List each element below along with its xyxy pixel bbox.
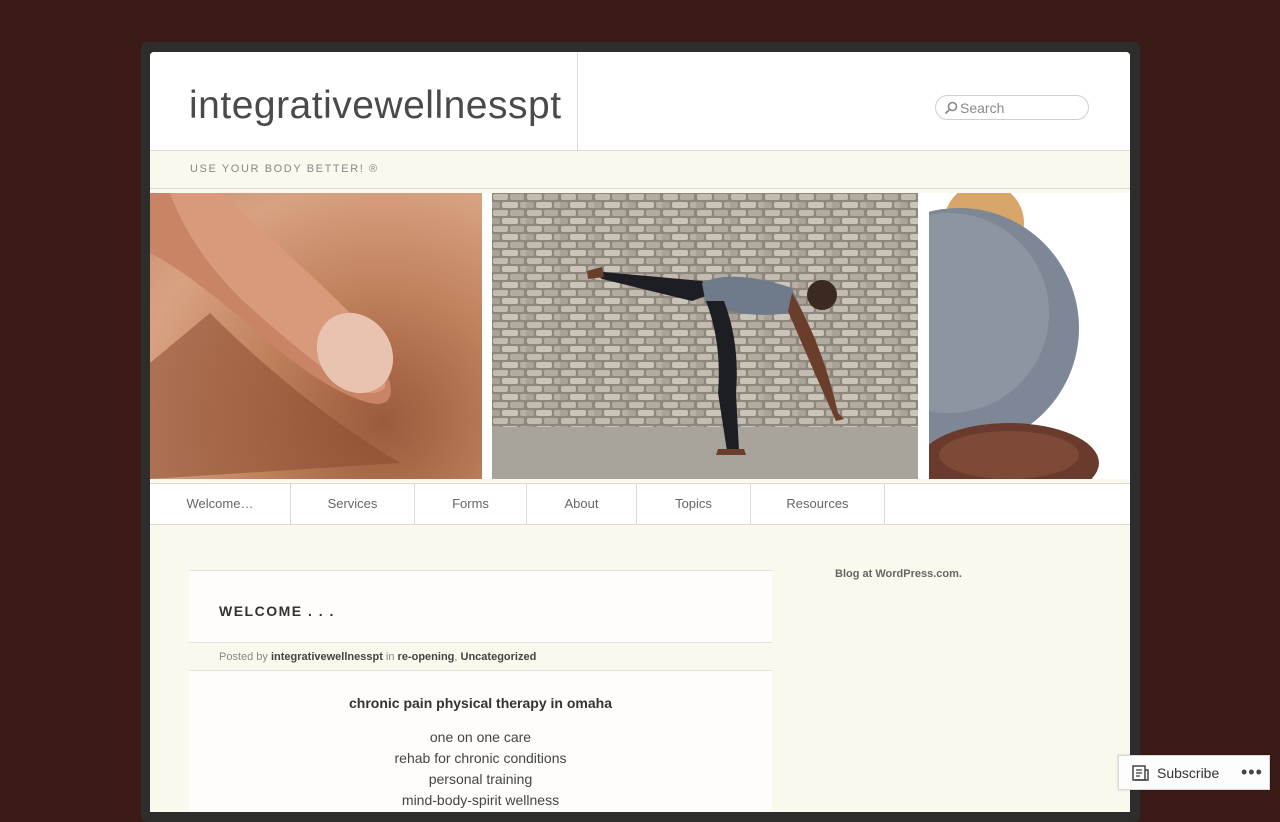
nav-item-services[interactable]: Services: [291, 484, 415, 524]
more-options-icon[interactable]: •••: [1241, 762, 1263, 783]
nav-item-welcome[interactable]: Welcome…: [150, 484, 291, 524]
nav-item-forms[interactable]: Forms: [415, 484, 527, 524]
yoga-pose-image: [492, 193, 918, 479]
exercise-ball-image: [929, 193, 1130, 479]
page-container: integrativewellnesspt USE YOUR BODY BETT…: [150, 52, 1130, 812]
site-tagline: USE YOUR BODY BETTER! ®: [190, 163, 379, 175]
post-line: rehab for chronic conditions: [394, 750, 567, 766]
main-nav: Welcome… Services Forms About Topics Res…: [150, 483, 1130, 525]
post-line: one on one care: [429, 729, 532, 745]
post-title[interactable]: WELCOME . . .: [219, 603, 335, 619]
posted-by-label: Posted by: [219, 651, 268, 663]
site-title[interactable]: integrativewellnesspt: [189, 84, 562, 128]
subscribe-bar: Subscribe •••: [1118, 755, 1270, 790]
post-author-link[interactable]: integrativewellnesspt: [271, 651, 383, 663]
header-banner: [150, 193, 1130, 479]
nav-item-topics[interactable]: Topics: [637, 484, 751, 524]
post-heading: chronic pain physical therapy in omaha: [349, 695, 612, 711]
post-meta: Posted by integrativewellnesspt in re-op…: [189, 642, 772, 671]
header-divider: [577, 52, 578, 150]
category-link-reopening[interactable]: re-opening: [398, 651, 455, 663]
nav-item-about[interactable]: About: [527, 484, 637, 524]
category-link-uncategorized[interactable]: Uncategorized: [461, 651, 537, 663]
reader-icon: [1132, 765, 1149, 781]
subscribe-button[interactable]: Subscribe: [1157, 765, 1219, 781]
site-header: integrativewellnesspt: [150, 52, 1130, 151]
search-input[interactable]: [960, 98, 1080, 117]
tagline-bar: USE YOUR BODY BETTER! ®: [150, 151, 1130, 189]
search-icon: [944, 101, 958, 115]
search-box[interactable]: [935, 95, 1089, 120]
wordpress-credit-link[interactable]: Blog at WordPress.com.: [835, 568, 962, 580]
post-line: mind-body-spirit wellness: [401, 792, 560, 808]
category-separator: ,: [454, 651, 458, 663]
post-body: chronic pain physical therapy in omaha o…: [189, 695, 772, 811]
post-line: personal training: [428, 771, 533, 787]
in-label: in: [385, 651, 395, 663]
post-article: WELCOME . . . Posted by integrativewelln…: [189, 570, 772, 812]
thumb-massage-image: [150, 193, 482, 479]
nav-item-resources[interactable]: Resources: [751, 484, 885, 524]
